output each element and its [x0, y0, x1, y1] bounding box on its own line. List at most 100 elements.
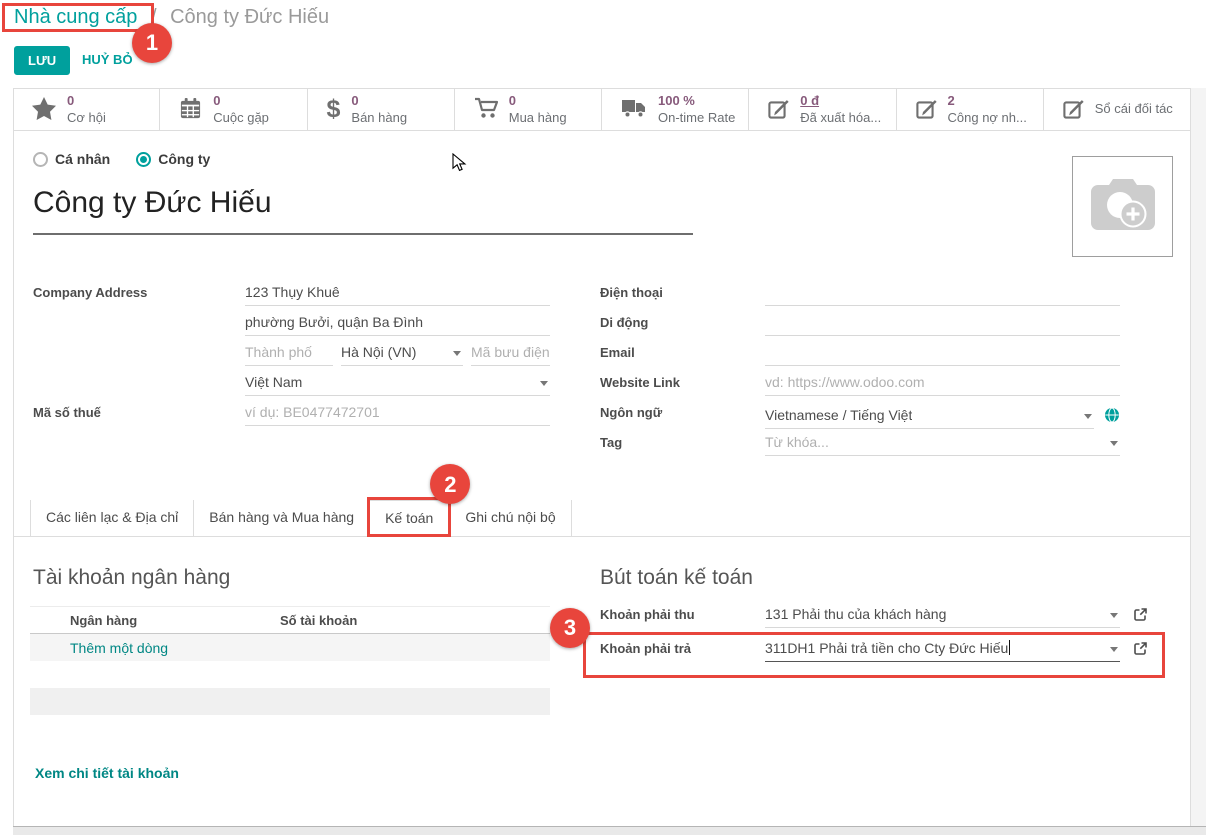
edit-icon	[916, 98, 937, 122]
stat-value: 0	[213, 93, 269, 109]
tab-accounting[interactable]: Kế toán 2	[369, 500, 449, 537]
address-form-column: Company Address 123 Thụy Khuê phường Bưở…	[33, 282, 550, 432]
star-icon	[32, 97, 56, 123]
stat-value: 0	[67, 93, 106, 109]
stat-label: Cuộc gặp	[213, 110, 269, 126]
stat-meetings-button[interactable]: 0 Cuộc gặp	[160, 89, 307, 130]
stat-label: Sổ cái đối tác	[1095, 101, 1173, 117]
bank-accounts-title: Tài khoản ngân hàng	[33, 566, 230, 590]
stat-opportunities-button[interactable]: 0 Cơ hội	[13, 89, 160, 130]
tab-internal-notes[interactable]: Ghi chú nội bộ	[449, 500, 571, 536]
vat-label: Mã số thuế	[33, 402, 245, 432]
receivable-label: Khoản phải thu	[600, 604, 765, 622]
payable-label: Khoản phải trả	[600, 638, 765, 656]
truck-icon	[621, 98, 647, 121]
bank-accounts-table: Ngân hàng Số tài khoản Thêm một dòng	[30, 606, 550, 715]
chevron-down-icon	[540, 381, 548, 386]
stat-invoiced-button[interactable]: 0 đ Đã xuất hóa...	[749, 89, 896, 130]
phone-input[interactable]	[765, 282, 1120, 306]
external-link-icon[interactable]	[1133, 641, 1148, 659]
annotation-dot-step1: 1	[132, 23, 172, 63]
receivable-select[interactable]: 131 Phải thu của khách hàng	[765, 604, 1120, 628]
partner-name-input[interactable]: Công ty Đức Hiếu	[33, 186, 693, 235]
scrollbar-gutter[interactable]	[1190, 88, 1206, 826]
cart-icon	[474, 97, 498, 122]
mobile-input[interactable]	[765, 312, 1120, 336]
annotation-dot-step3: 3	[550, 608, 590, 648]
view-account-detail-link[interactable]: Xem chi tiết tài khoản	[35, 765, 179, 781]
chevron-down-icon	[1110, 647, 1118, 652]
stat-label: Mua hàng	[509, 110, 567, 126]
chevron-down-icon	[1110, 613, 1118, 618]
partner-image-upload[interactable]	[1072, 156, 1173, 257]
vat-input[interactable]	[245, 402, 550, 426]
state-select[interactable]: Hà Nội (VN)	[341, 342, 463, 366]
contact-form-column: Điện thoại Di động Email Website Link Ng…	[600, 282, 1120, 462]
external-link-icon[interactable]	[1133, 607, 1148, 625]
camera-plus-icon	[1090, 178, 1156, 235]
company-address-label: Company Address	[33, 282, 245, 312]
globe-icon[interactable]	[1104, 407, 1120, 426]
payable-row: Khoản phải trả 311DH1 Phải trả tiền cho …	[600, 638, 1149, 670]
phone-label: Điện thoại	[600, 282, 765, 312]
email-input[interactable]	[765, 342, 1120, 366]
stat-value: 0	[351, 93, 407, 109]
city-input[interactable]	[245, 342, 333, 366]
bank-table-header: Ngân hàng Số tài khoản	[30, 606, 550, 634]
edit-icon	[768, 98, 789, 122]
radio-company[interactable]: Công ty	[136, 151, 210, 167]
stat-label: On-time Rate	[658, 110, 735, 126]
calendar-icon	[179, 97, 202, 123]
chevron-down-icon	[453, 351, 461, 356]
stat-value: 0	[509, 93, 567, 109]
radio-company-circle[interactable]	[136, 152, 151, 167]
breadcrumb-current: Công ty Đức Hiếu	[170, 6, 329, 28]
country-select[interactable]: Việt Nam	[245, 372, 550, 396]
stat-ontime-rate-button[interactable]: 100 % On-time Rate	[602, 89, 749, 130]
accounting-entries-title: Bút toán kế toán	[600, 566, 753, 590]
website-label: Website Link	[600, 372, 765, 402]
stat-button-row: 0 Cơ hội 0 Cuộc gặp $ 0 Bán hàng 0 Mua h…	[13, 88, 1190, 131]
save-button[interactable]: LƯU	[14, 46, 70, 75]
street-field[interactable]: 123 Thụy Khuê	[245, 282, 550, 306]
tab-contacts-addresses[interactable]: Các liên lạc & Địa chỉ	[30, 500, 193, 536]
language-select[interactable]: Vietnamese / Tiếng Việt	[765, 405, 1094, 429]
language-label: Ngôn ngữ	[600, 402, 765, 432]
street2-field[interactable]: phường Bưởi, quận Ba Đình	[245, 312, 550, 336]
tag-label: Tag	[600, 432, 765, 462]
website-input[interactable]	[765, 372, 1120, 396]
tag-field[interactable]: Từ khóa...	[765, 432, 1120, 456]
radio-individual-circle[interactable]	[33, 152, 48, 167]
stat-purchases-button[interactable]: 0 Mua hàng	[455, 89, 602, 130]
column-header-bank: Ngân hàng	[70, 613, 280, 628]
email-label: Email	[600, 342, 765, 372]
zip-input[interactable]	[471, 342, 550, 366]
column-header-account-number: Số tài khoản	[280, 613, 357, 628]
receivable-row: Khoản phải thu 131 Phải thu của khách hà…	[600, 604, 1149, 636]
table-row	[30, 688, 550, 715]
stat-value: 0 đ	[800, 93, 881, 109]
add-line-link[interactable]: Thêm một dòng	[70, 640, 168, 656]
stat-label: Cơ hội	[67, 110, 106, 126]
discard-button[interactable]: HUỶ BỎ	[82, 52, 133, 67]
notebook-tabs: Các liên lạc & Địa chỉ Bán hàng và Mua h…	[13, 500, 1190, 537]
breadcrumb: Nhà cung cấp 1 / Công ty Đức Hiếu	[14, 6, 329, 29]
dollar-icon: $	[327, 97, 341, 122]
mobile-label: Di động	[600, 312, 765, 342]
stat-value: 100 %	[658, 93, 735, 109]
table-row: Thêm một dòng	[30, 634, 550, 661]
stat-sales-button[interactable]: $ 0 Bán hàng	[308, 89, 455, 130]
annotation-dot-step2: 2	[430, 464, 470, 504]
stat-label: Công nợ nh...	[948, 110, 1027, 126]
breadcrumb-parent-link[interactable]: Nhà cung cấp 1	[14, 6, 137, 29]
breadcrumb-parent-label: Nhà cung cấp	[14, 6, 137, 28]
company-type-toggle: Cá nhân Công ty	[33, 151, 210, 167]
chevron-down-icon	[1084, 414, 1092, 419]
edit-icon	[1063, 98, 1084, 122]
radio-individual-label: Cá nhân	[55, 151, 110, 167]
stat-partner-ledger-button[interactable]: Sổ cái đối tác	[1044, 89, 1190, 130]
payable-select[interactable]: 311DH1 Phải trả tiền cho Cty Đức Hiếu	[765, 638, 1120, 662]
stat-payables-button[interactable]: 2 Công nợ nh...	[897, 89, 1044, 130]
radio-individual[interactable]: Cá nhân	[33, 151, 110, 167]
tab-sales-purchase[interactable]: Bán hàng và Mua hàng	[193, 500, 369, 536]
